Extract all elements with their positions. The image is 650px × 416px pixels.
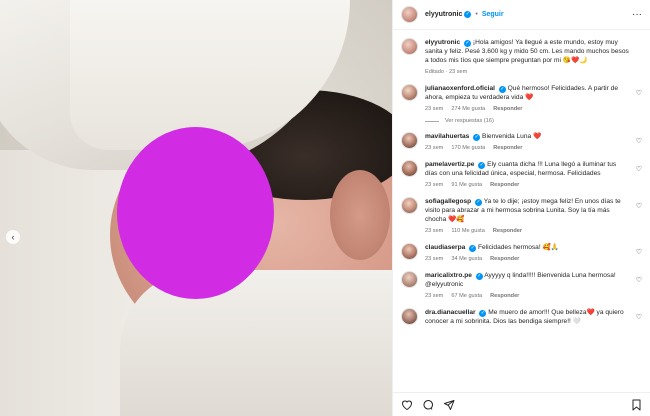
comment-item: mavilahuertas ✓ Bienvenida Luna ❤️ 23 se… bbox=[401, 132, 642, 151]
verified-badge-icon: ✓ bbox=[475, 199, 483, 206]
commenter-avatar[interactable] bbox=[401, 84, 418, 101]
reply-button[interactable]: Responder bbox=[493, 106, 522, 112]
caption-username[interactable]: elyyutronic bbox=[425, 39, 460, 46]
heart-icon[interactable]: ♡ bbox=[636, 313, 642, 321]
comments-list[interactable]: elyyutronic ✓ ¡Hola amigos! Ya llegué a … bbox=[393, 30, 650, 392]
post-photo[interactable]: ‹ bbox=[0, 0, 392, 416]
comment-likes[interactable]: 170 Me gusta bbox=[451, 145, 485, 151]
verified-badge-icon: ✓ bbox=[473, 134, 481, 141]
verified-badge-icon: ✓ bbox=[475, 273, 483, 280]
post-actions-bar bbox=[393, 392, 650, 416]
reply-button[interactable]: Responder bbox=[493, 228, 522, 234]
verified-badge-icon: ✓ bbox=[498, 86, 506, 93]
caption: elyyutronic ✓ ¡Hola amigos! Ya llegué a … bbox=[401, 38, 642, 75]
comment-likes[interactable]: 110 Me gusta bbox=[451, 228, 484, 234]
reply-button[interactable]: Responder bbox=[490, 182, 519, 188]
comment-item: pamelavertiz.pe ✓ Ely cuanta dicha !!! L… bbox=[401, 160, 642, 188]
heart-icon[interactable] bbox=[401, 399, 413, 410]
verified-badge-icon: ✓ bbox=[464, 40, 472, 47]
reply-button[interactable]: Responder bbox=[490, 256, 519, 262]
comment-likes[interactable]: 91 Me gusta bbox=[451, 182, 482, 188]
comment-item: sofiagallegosp ✓ Ya te lo dije; ¡estoy m… bbox=[401, 197, 642, 234]
heart-icon[interactable]: ♡ bbox=[636, 248, 642, 256]
comment-time: 23 sem bbox=[425, 145, 444, 151]
comment-time: 23 sem bbox=[425, 106, 444, 112]
comment-time: 23 sem bbox=[425, 293, 444, 299]
author-username[interactable]: elyyutronic bbox=[425, 11, 462, 18]
author-avatar[interactable] bbox=[401, 38, 418, 55]
heart-icon[interactable]: ♡ bbox=[636, 202, 642, 210]
reply-button[interactable]: Responder bbox=[493, 145, 522, 151]
comment-item: julianaoxenford.oficial ✓ Qué hermoso! F… bbox=[401, 84, 642, 112]
caption-meta: Editado · 23 sem bbox=[425, 69, 468, 75]
comment-username[interactable]: claudiaserpa bbox=[425, 244, 465, 251]
comment-icon[interactable] bbox=[422, 399, 434, 411]
instagram-post-view: ‹ elyyutronic ✓ • Seguir ··· elyyutronic… bbox=[0, 0, 650, 416]
comment-likes[interactable]: 67 Me gusta bbox=[451, 293, 482, 299]
post-sidebar: elyyutronic ✓ • Seguir ··· elyyutronic ✓… bbox=[392, 0, 650, 416]
commenter-avatar[interactable] bbox=[401, 308, 418, 325]
reply-button[interactable]: Responder bbox=[490, 293, 519, 299]
heart-icon[interactable]: ♡ bbox=[636, 89, 642, 97]
comment-username[interactable]: sofiagallegosp bbox=[425, 198, 471, 205]
post-header: elyyutronic ✓ • Seguir ··· bbox=[393, 0, 650, 30]
view-replies-button[interactable]: Ver respuestas (16) bbox=[425, 118, 642, 124]
heart-icon[interactable]: ♡ bbox=[636, 276, 642, 284]
comment-username[interactable]: dra.dianacuellar bbox=[425, 309, 476, 316]
previous-photo-button[interactable]: ‹ bbox=[6, 230, 20, 244]
share-icon[interactable] bbox=[443, 399, 455, 411]
comment-item: dra.dianacuellar ✓ Me muero de amor!!! Q… bbox=[401, 308, 642, 326]
bookmark-icon[interactable] bbox=[631, 399, 642, 411]
follow-button[interactable]: Seguir bbox=[482, 11, 504, 18]
commenter-avatar[interactable] bbox=[401, 160, 418, 177]
comment-item: maricalixtro.pe ✓ Ayyyyy q linda!!!!! Bi… bbox=[401, 271, 642, 299]
comment-username[interactable]: pamelavertiz.pe bbox=[425, 161, 474, 168]
verified-badge-icon: ✓ bbox=[464, 11, 472, 18]
blanket bbox=[120, 270, 392, 416]
comment-time: 23 sem bbox=[425, 182, 444, 188]
baby-ear bbox=[330, 170, 390, 260]
comment-username[interactable]: maricalixtro.pe bbox=[425, 272, 472, 279]
comment-text: Felicidades hermosa! 🥰🙏 bbox=[478, 244, 559, 251]
verified-badge-icon: ✓ bbox=[479, 310, 487, 317]
commenter-avatar[interactable] bbox=[401, 132, 418, 149]
comment-text: Bienvenida Luna ❤️ bbox=[482, 133, 542, 140]
view-replies-label: Ver respuestas (16) bbox=[445, 118, 494, 124]
reply-line bbox=[425, 120, 439, 122]
separator: • bbox=[475, 11, 478, 18]
commenter-avatar[interactable] bbox=[401, 197, 418, 214]
heart-icon[interactable]: ♡ bbox=[636, 165, 642, 173]
commenter-avatar[interactable] bbox=[401, 271, 418, 288]
face-blur-overlay bbox=[117, 127, 274, 299]
comment-username[interactable]: mavilahuertas bbox=[425, 133, 469, 140]
comment-likes[interactable]: 274 Me gusta bbox=[451, 106, 485, 112]
author-avatar[interactable] bbox=[401, 6, 418, 23]
comment-item: claudiaserpa ✓ Felicidades hermosa! 🥰🙏 2… bbox=[401, 243, 642, 262]
heart-icon[interactable]: ♡ bbox=[636, 137, 642, 145]
verified-badge-icon: ✓ bbox=[478, 162, 486, 169]
comment-time: 23 sem bbox=[425, 228, 444, 234]
more-options-icon[interactable]: ··· bbox=[632, 9, 642, 20]
comment-username[interactable]: julianaoxenford.oficial bbox=[425, 85, 495, 92]
comment-likes[interactable]: 34 Me gusta bbox=[451, 256, 482, 262]
commenter-avatar[interactable] bbox=[401, 243, 418, 260]
verified-badge-icon: ✓ bbox=[469, 245, 477, 252]
comment-time: 23 sem bbox=[425, 256, 444, 262]
chevron-left-icon: ‹ bbox=[11, 232, 15, 242]
